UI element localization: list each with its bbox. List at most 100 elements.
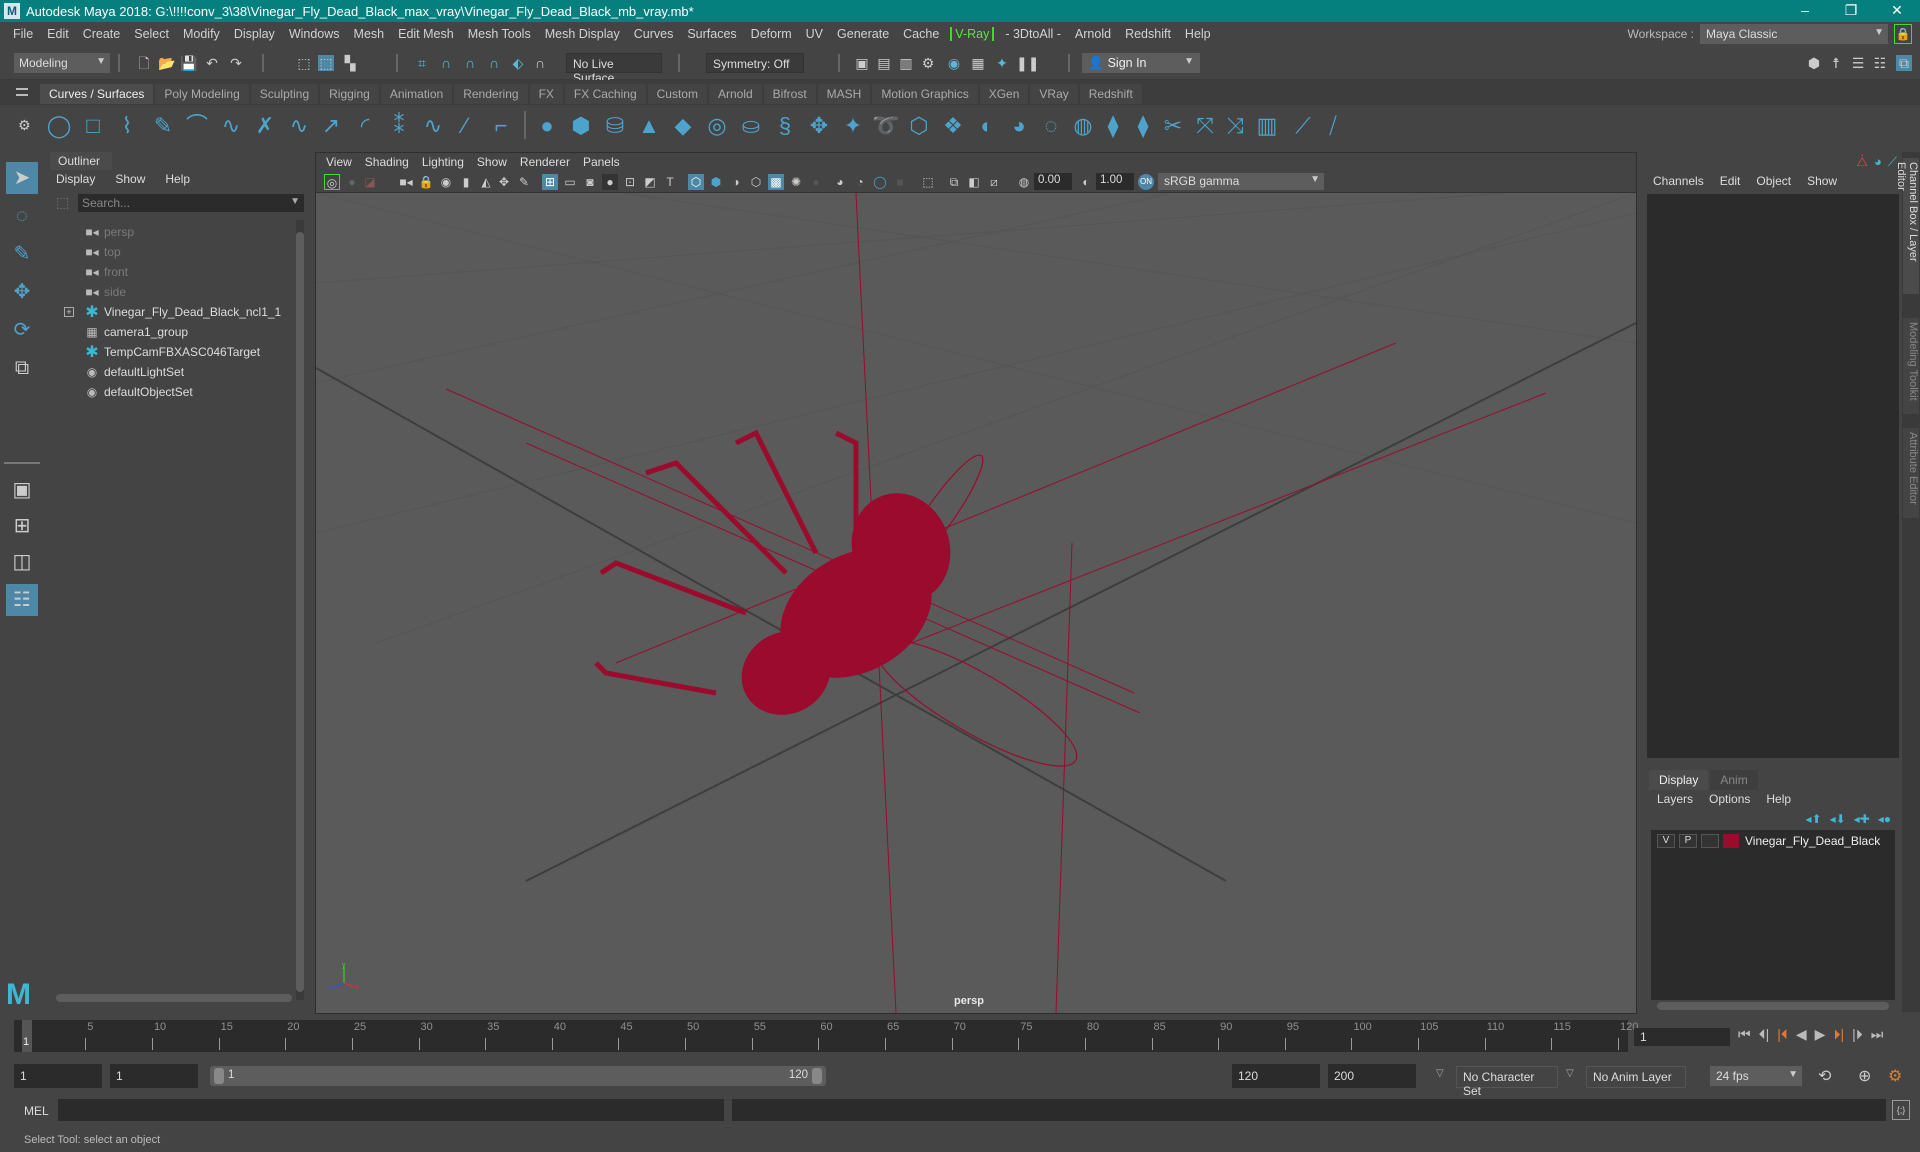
render-settings-icon[interactable]: ⚙ bbox=[920, 55, 936, 71]
menu-curves[interactable]: Curves bbox=[627, 27, 681, 41]
shelf-tab-motion-graphics[interactable]: Motion Graphics bbox=[872, 84, 978, 104]
bookmark-camera-icon[interactable]: ◉ bbox=[438, 174, 454, 190]
menu-mesh-tools[interactable]: Mesh Tools bbox=[461, 27, 538, 41]
menu-create[interactable]: Create bbox=[76, 27, 128, 41]
channel-box-menu-edit[interactable]: Edit bbox=[1720, 174, 1741, 188]
xray-active-icon[interactable]: ◧ bbox=[966, 174, 982, 190]
maximize-button[interactable]: ❐ bbox=[1828, 0, 1874, 22]
outliner-item[interactable]: ✱ TempCamFBXASC046Target bbox=[84, 342, 260, 362]
menu-set-select[interactable]: Modeling bbox=[14, 53, 110, 73]
color-management-toggle-icon[interactable]: ON bbox=[1138, 174, 1154, 190]
select-by-hierarchy-icon[interactable]: ⬚ bbox=[296, 55, 312, 71]
workspace-select[interactable]: Maya Classic bbox=[1700, 24, 1888, 44]
xray-icon[interactable]: ▩ bbox=[768, 174, 784, 190]
boundary-icon[interactable]: ⬡ bbox=[906, 113, 932, 139]
insert-isoparm-icon[interactable]: ✂ bbox=[1160, 113, 1186, 139]
shelf-tab-redshift[interactable]: Redshift bbox=[1079, 84, 1142, 104]
channel-box-icon[interactable]: ⧉ bbox=[1896, 55, 1912, 71]
outliner-item[interactable]: ■◂ front bbox=[84, 262, 128, 282]
channel-box-menu-channels[interactable]: Channels bbox=[1653, 174, 1704, 188]
lock-camera-icon[interactable]: 🔒 bbox=[418, 174, 434, 190]
range-slider[interactable]: 1 120 bbox=[210, 1066, 826, 1086]
sphere-icon[interactable]: ● bbox=[344, 174, 360, 190]
nurbs-cube-icon[interactable]: ⬢ bbox=[568, 113, 594, 139]
birail-icon[interactable]: ➰ bbox=[872, 113, 899, 139]
step-forward-frame-button[interactable]: |⏵ bbox=[1852, 1026, 1863, 1043]
menu-vray[interactable]: V-Ray bbox=[950, 27, 995, 41]
outliner-item[interactable]: ■◂ persp bbox=[84, 222, 134, 242]
move-tool-icon[interactable]: ✥ bbox=[6, 276, 38, 308]
view-transform-select[interactable]: sRGB gamma bbox=[1158, 173, 1324, 190]
wireframe-on-shaded-icon[interactable]: ⬡ bbox=[748, 174, 764, 190]
nurbs-square-icon[interactable]: □ bbox=[80, 113, 106, 139]
menu-deform[interactable]: Deform bbox=[744, 27, 799, 41]
animation-start-field[interactable]: 1 bbox=[14, 1064, 102, 1088]
film-gate-icon[interactable]: ▭ bbox=[562, 174, 578, 190]
intersect-icon[interactable]: ◕ bbox=[1006, 113, 1032, 139]
menu-uv[interactable]: UV bbox=[799, 27, 830, 41]
animation-end-field[interactable]: 200 bbox=[1328, 1064, 1416, 1088]
shelf-tab-animation[interactable]: Animation bbox=[380, 84, 453, 104]
paint-select-tool-icon[interactable]: ✎ bbox=[6, 238, 38, 270]
symmetry-field[interactable]: Symmetry: Off bbox=[706, 53, 804, 73]
anim-layer-select[interactable]: No Anim Layer bbox=[1586, 1066, 1686, 1088]
outliner-menu-display[interactable]: Display bbox=[56, 172, 95, 186]
fly-leg[interactable] bbox=[645, 460, 788, 575]
grease-pencil-icon[interactable]: ✎ bbox=[516, 174, 532, 190]
surface-edit-icon[interactable]: ⧸ bbox=[1320, 113, 1346, 139]
detach-curves-icon[interactable]: ↗ bbox=[318, 113, 344, 139]
go-to-end-button[interactable]: ⏭ bbox=[1871, 1026, 1884, 1043]
save-scene-icon[interactable]: 💾 bbox=[180, 55, 197, 71]
cut-curve-icon[interactable]: ⁄ bbox=[452, 113, 478, 139]
shelf-tab-vray[interactable]: VRay bbox=[1030, 84, 1078, 104]
extend-curve-icon[interactable]: ⌐ bbox=[488, 113, 514, 139]
snap-curve-icon[interactable]: ∩ bbox=[438, 55, 454, 71]
character-set-select[interactable]: No Character Set bbox=[1456, 1066, 1558, 1098]
nurbs-plane-icon[interactable]: ◆ bbox=[670, 113, 696, 139]
snap-vertex-icon[interactable]: ∩ bbox=[532, 55, 548, 71]
nurbs-sphere-icon[interactable]: ● bbox=[534, 113, 560, 139]
outliner-hscroll[interactable] bbox=[56, 994, 292, 1002]
menu-mesh[interactable]: Mesh bbox=[347, 27, 392, 41]
minimize-button[interactable]: – bbox=[1782, 0, 1828, 22]
shelf-tab-mash[interactable]: MASH bbox=[817, 84, 871, 104]
safe-action-icon[interactable]: ◩ bbox=[642, 174, 658, 190]
attach-surfaces-icon[interactable]: ⤧ bbox=[1192, 113, 1218, 139]
hypershade-icon[interactable]: ◉ bbox=[946, 55, 962, 71]
menu-file[interactable]: File bbox=[6, 27, 40, 41]
tool-settings-icon[interactable]: ☷ bbox=[1872, 55, 1888, 71]
close-button[interactable]: ✕ bbox=[1874, 0, 1920, 22]
render-current-icon[interactable]: ▤ bbox=[876, 55, 892, 71]
anti-aliasing-icon[interactable]: ◯ bbox=[872, 174, 888, 190]
planar-icon[interactable]: ✥ bbox=[806, 113, 832, 139]
layer-menu-options[interactable]: Options bbox=[1709, 792, 1750, 806]
outliner-menu-show[interactable]: Show bbox=[115, 172, 145, 186]
shelf-tab-bifrost[interactable]: Bifrost bbox=[763, 84, 816, 104]
lock-icon[interactable]: 🔒 bbox=[1894, 24, 1912, 44]
extend-surface-icon[interactable]: ⧫ bbox=[1130, 113, 1156, 139]
open-scene-icon[interactable]: 📂 bbox=[158, 55, 175, 71]
viewport-canvas[interactable] bbox=[316, 193, 1636, 1013]
layer-menu-help[interactable]: Help bbox=[1766, 792, 1791, 806]
menu-modify[interactable]: Modify bbox=[176, 27, 227, 41]
move-layer-up-icon[interactable]: ◂⬆ bbox=[1805, 812, 1821, 826]
modeling-toolkit-icon[interactable]: ⬢ bbox=[1806, 55, 1822, 71]
layer-color-swatch[interactable] bbox=[1723, 834, 1739, 848]
select-camera-icon[interactable]: ◪ bbox=[362, 174, 378, 190]
insert-knot-icon[interactable]: ∿ bbox=[420, 113, 446, 139]
backface-icon[interactable]: ⧄ bbox=[986, 174, 1002, 190]
untrim-icon[interactable]: ⧫ bbox=[1100, 113, 1126, 139]
ipr-render-icon[interactable]: ▥ bbox=[898, 55, 914, 71]
revolve-icon[interactable]: ⛀ bbox=[738, 113, 764, 139]
menu-redshift[interactable]: Redshift bbox=[1118, 27, 1178, 41]
snap-view-plane-icon[interactable]: ∩ bbox=[486, 55, 502, 71]
undo-icon[interactable]: ↶ bbox=[204, 55, 220, 71]
menu-generate[interactable]: Generate bbox=[830, 27, 896, 41]
bookmark-icon[interactable]: ▮ bbox=[458, 174, 474, 190]
outliner-tab[interactable]: Outliner bbox=[50, 152, 112, 170]
manipulator-icon[interactable]: ⧊ bbox=[1856, 154, 1868, 170]
outliner-item[interactable]: ◉ defaultObjectSet bbox=[84, 382, 193, 402]
offset-curve-icon[interactable]: ◜ bbox=[352, 113, 378, 139]
new-empty-layer-icon[interactable]: ◂✚ bbox=[1854, 812, 1870, 826]
playback-start-field[interactable]: 1 bbox=[110, 1064, 198, 1088]
